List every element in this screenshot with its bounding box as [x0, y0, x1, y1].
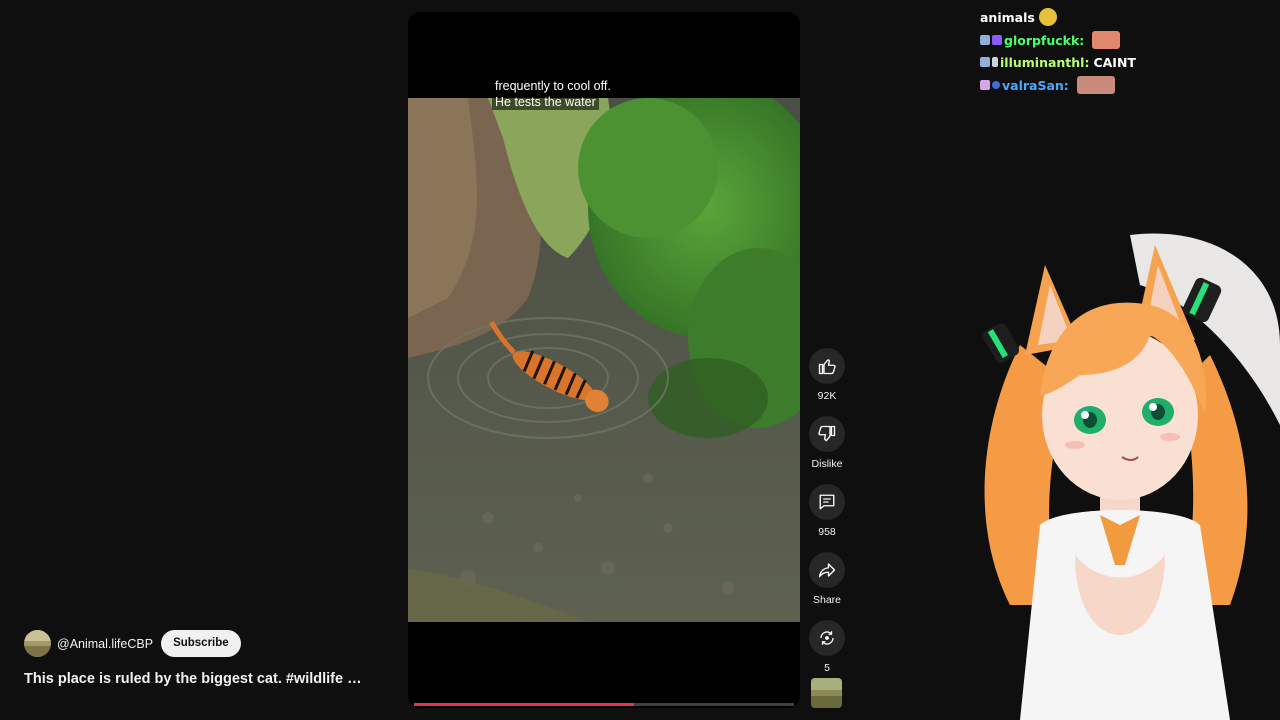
chat-message: valraSan: — [980, 75, 1115, 95]
share-icon — [818, 563, 836, 578]
vtuber-avatar-image — [982, 233, 1280, 720]
video-progress-bar[interactable] — [414, 703, 794, 706]
share-action: Share — [808, 552, 846, 606]
video-caption: frequently to cool off. He tests the wat… — [492, 78, 614, 110]
emote-icon — [1076, 76, 1115, 94]
like-count: 92K — [817, 390, 837, 402]
share-label: Share — [812, 594, 842, 606]
video-title[interactable]: This place is ruled by the biggest cat. … — [24, 671, 362, 687]
chat-message-text: CAINT — [1093, 54, 1136, 70]
chat-message-text: animals — [980, 9, 1035, 25]
badge-icon — [992, 81, 1000, 89]
badge-icon — [980, 57, 990, 67]
chat-message: animals — [980, 7, 1057, 27]
chat-message: illuminanthl: CAINT — [980, 52, 1136, 72]
dislike-label: Dislike — [811, 458, 843, 470]
chat-username: glorpfuckk: — [1004, 32, 1085, 48]
badge-icon — [980, 80, 990, 90]
chat-message: glorpfuckk: — [980, 30, 1121, 50]
like-button[interactable] — [809, 348, 845, 384]
remix-count: 5 — [824, 662, 830, 674]
dislike-action: Dislike — [808, 416, 846, 470]
badge-icon — [980, 35, 990, 45]
vtuber-avatar — [950, 225, 1280, 720]
share-button[interactable] — [809, 552, 845, 588]
subscribe-button[interactable]: Subscribe — [161, 630, 241, 657]
channel-avatar[interactable] — [24, 630, 51, 657]
chat-username: valraSan: — [1002, 77, 1069, 93]
emote-icon — [1038, 8, 1057, 26]
caption-line-2: He tests the water — [492, 94, 599, 110]
badge-icon — [992, 57, 998, 67]
dislike-button[interactable] — [809, 416, 845, 452]
video-frame[interactable] — [408, 98, 800, 622]
channel-info: @Animal.lifeCBP Subscribe — [24, 630, 241, 657]
caption-line-1: frequently to cool off. — [492, 78, 614, 94]
sound-thumbnail-image — [811, 678, 842, 708]
comment-count: 958 — [818, 526, 836, 538]
like-action: 92K — [808, 348, 846, 402]
comments-button[interactable] — [809, 484, 845, 520]
stream-screen: frequently to cool off. He tests the wat… — [0, 0, 1280, 720]
remix-action: 5 — [808, 620, 846, 674]
remix-button[interactable] — [809, 620, 845, 656]
channel-avatar-image — [24, 630, 51, 657]
chat-username: illuminanthl: — [1000, 54, 1090, 70]
video-progress-fill — [414, 703, 635, 706]
badge-icon — [992, 35, 1002, 45]
action-rail: 92K Dislike 958 Share 5 — [808, 348, 846, 688]
thumbs-up-icon — [818, 359, 836, 375]
shorts-player[interactable]: frequently to cool off. He tests the wat… — [408, 12, 800, 708]
channel-handle[interactable]: @Animal.lifeCBP — [57, 637, 153, 651]
tiger-in-stream-image — [408, 98, 800, 622]
remix-icon — [820, 631, 834, 645]
emote-icon — [1092, 31, 1121, 49]
thumbs-down-icon — [818, 425, 836, 442]
comment-icon — [819, 494, 835, 510]
comments-action: 958 — [808, 484, 846, 538]
sound-thumbnail[interactable] — [811, 678, 842, 708]
